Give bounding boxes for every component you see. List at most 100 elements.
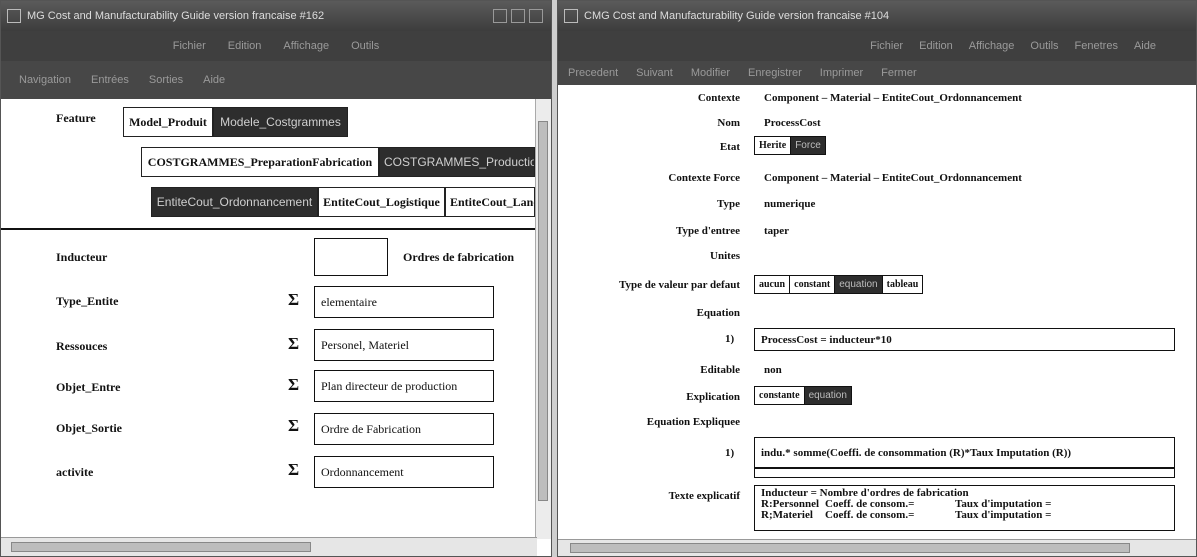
menu-item[interactable]: Fenetres [1075,40,1118,52]
menu-item[interactable]: Affichage [283,40,329,52]
toolbar-item[interactable]: Suivant [636,67,673,79]
type-valeur-option-aucun[interactable]: aucun [755,276,791,293]
toolbar-item[interactable]: Precedent [568,67,618,79]
property-window-titlebar[interactable]: CMG Cost and Manufacturability Guide ver… [558,1,1196,31]
toolbar-item[interactable]: Entrées [91,74,129,86]
scroll-thumb[interactable] [570,543,1130,553]
sigma-icon[interactable]: Σ [288,375,299,395]
sigma-icon[interactable]: Σ [288,416,299,436]
equation-expliquee-label: Equation Expliquee [646,416,740,428]
contexte-force-label: Contexte Force [668,172,740,184]
etat-option-herite[interactable]: Herite [755,137,792,154]
feature-button-entitecout-lancement[interactable]: EntiteCout_Lancement [445,187,535,217]
toolbar-item[interactable]: Navigation [19,74,71,86]
etat-label: Etat [719,141,740,153]
feature-button-production[interactable]: COSTGRAMMES_Production [379,147,535,177]
nom-label: Nom [717,117,740,129]
maximize-icon[interactable] [511,9,525,23]
feature-button-preparation-fabrication[interactable]: COSTGRAMMES_PreparationFabrication [141,147,379,177]
menu-item[interactable]: Edition [919,40,953,52]
inducteur-suffix: Ordres de fabrication [403,250,515,264]
texte-explicatif-box[interactable]: Inducteur = Nombre d'ordres de fabricati… [754,485,1175,531]
scroll-thumb[interactable] [11,542,311,552]
type-entite-label: Type_Entite [56,294,119,308]
vertical-scrollbar[interactable] [535,99,551,539]
objet-sortie-label: Objet_Sortie [56,421,122,435]
horizontal-scrollbar[interactable] [1,537,537,556]
type-label: Type [716,198,740,210]
type-entree-label: Type d'entree [675,225,740,237]
property-window: CMG Cost and Manufacturability Guide ver… [557,0,1197,557]
toolbar-item[interactable]: Modifier [691,67,730,79]
type-valeur-option-constant[interactable]: constant [790,276,836,293]
feature-properties: Inducteur Ordres de fabrication Type_Ent… [1,230,551,526]
objet-sortie-field[interactable]: Ordre de Fabrication [314,413,494,445]
window-title: CMG Cost and Manufacturability Guide ver… [584,10,890,22]
type-valeur-label: Type de valeur par defaut [618,279,740,291]
type-valeur-toggle: aucun constant equation tableau [754,275,924,294]
scroll-thumb[interactable] [538,121,548,501]
activite-label: activite [56,465,94,479]
objet-entre-field[interactable]: Plan directeur de production [314,370,494,402]
sigma-icon[interactable]: Σ [288,290,299,310]
toolbar-item[interactable]: Aide [203,74,225,86]
menubar: Fichier Edition Affichage Outils Fenetre… [558,31,1196,61]
type-entite-field[interactable]: elementaire [314,286,494,318]
feature-button-entitecout-logistique[interactable]: EntiteCout_Logistique [318,187,445,217]
sigma-icon[interactable]: Σ [288,460,299,480]
menu-item[interactable]: Outils [1030,40,1058,52]
type-valeur-option-equation[interactable]: equation [835,276,883,293]
explication-label: Explication [686,391,740,403]
menu-item[interactable]: Fichier [870,40,903,52]
editable-value: non [764,364,782,376]
feature-hierarchy: Feature Model_Produit Modele_Costgrammes… [1,99,551,228]
menu-item[interactable]: Fichier [173,40,206,52]
explication-option-equation[interactable]: equation [804,387,851,404]
unites-label: Unites [710,250,740,262]
toolbar: Navigation Entrées Sorties Aide [1,61,551,99]
etat-option-force[interactable]: Force [791,137,825,154]
window-title: MG Cost and Manufacturability Guide vers… [27,10,325,22]
objet-entre-label: Objet_Entre [56,380,121,394]
toolbar-item[interactable]: Imprimer [820,67,863,79]
texte-cell: R;Materiel [761,509,813,521]
contexte-force-value: Component – Material – EntiteCout_Ordonn… [764,172,1022,184]
menu-item[interactable]: Outils [351,40,379,52]
equation-label: Equation [696,307,740,319]
app-icon [7,9,21,23]
ressources-field[interactable]: Personel, Materiel [314,329,494,361]
texte-cell: Coeff. de consom.= [825,509,915,521]
editable-label: Editable [700,364,740,376]
equation-expliquee-extra-field[interactable] [754,468,1175,478]
nom-value: ProcessCost [764,117,821,129]
feature-button-model-produit[interactable]: Model_Produit [123,107,213,137]
toolbar-item[interactable]: Fermer [881,67,916,79]
equation-expliquee-field[interactable]: indu.* somme(Coeffi. de consommation (R)… [754,437,1175,468]
texte-cell: Taux d'imputation = [955,509,1052,521]
type-valeur-option-tableau[interactable]: tableau [883,276,923,293]
close-icon[interactable] [529,9,543,23]
horizontal-scrollbar[interactable] [558,539,1196,556]
minimize-icon[interactable] [493,9,507,23]
equation-index: 1) [725,333,735,345]
explication-option-constante[interactable]: constante [755,387,805,404]
menu-item[interactable]: Aide [1134,40,1156,52]
toolbar-item[interactable]: Sorties [149,74,183,86]
menu-item[interactable]: Affichage [969,40,1015,52]
property-panel: Contexte Component – Material – EntiteCo… [558,85,1196,540]
sigma-icon[interactable]: Σ [288,334,299,354]
toolbar: Precedent Suivant Modifier Enregistrer I… [558,61,1196,85]
menu-item[interactable]: Edition [228,40,262,52]
texte-row: R;Materiel Coeff. de consom.= Taux d'imp… [761,510,1168,521]
equation-field[interactable]: ProcessCost = inducteur*10 [754,328,1175,351]
feature-label: Feature [56,111,96,125]
activite-field[interactable]: Ordonnancement [314,456,494,488]
feature-button-entitecout-ordonnancement[interactable]: EntiteCout_Ordonnancement [151,187,318,217]
inducteur-label: Inducteur [56,250,108,264]
toolbar-item[interactable]: Enregistrer [748,67,802,79]
type-value: numerique [764,198,816,210]
ressources-label: Ressouces [56,339,108,353]
feature-button-modele-costgrammes[interactable]: Modele_Costgrammes [213,107,348,137]
feature-window-titlebar[interactable]: MG Cost and Manufacturability Guide vers… [1,1,551,31]
inducteur-input[interactable] [314,238,388,276]
